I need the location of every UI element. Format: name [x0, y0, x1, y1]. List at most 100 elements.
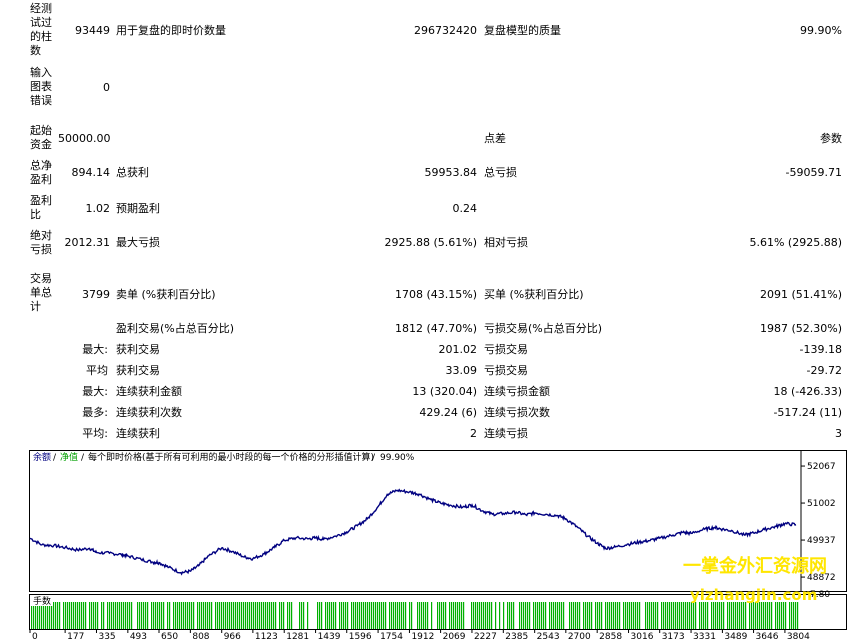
- volume-bar: [423, 602, 425, 629]
- volume-bar: [569, 602, 571, 629]
- x-tick-label: 1439: [318, 632, 341, 640]
- volume-bar: [411, 602, 413, 629]
- volume-bar: [179, 602, 181, 629]
- volume-bar: [693, 602, 695, 629]
- volume-bar: [629, 602, 631, 629]
- volume-bar: [765, 602, 767, 629]
- volume-bar: [681, 602, 683, 629]
- volume-bar: [147, 602, 149, 629]
- volume-bar: [487, 602, 489, 629]
- volume-bar: [333, 602, 335, 629]
- volume-bar: [275, 602, 277, 629]
- volume-bar: [227, 602, 229, 629]
- volume-bar: [535, 602, 537, 629]
- volume-bar: [549, 602, 551, 629]
- volume-bar: [173, 602, 175, 629]
- net-profit-value: 894.14: [71, 166, 111, 179]
- x-tick-label: 3489: [724, 632, 747, 640]
- largest-profit-label: 获利交易: [116, 343, 160, 356]
- balance-chart-svg: 余额 / 净值 / 每个即时价格(基于所有可利用的最小时段的每一个价格的分形插值…: [29, 450, 847, 642]
- volume-bar: [781, 602, 783, 629]
- volume-bar: [207, 602, 209, 629]
- x-tick-label: 1596: [349, 632, 372, 640]
- volume-bar: [55, 602, 57, 629]
- volume-bar: [479, 602, 481, 629]
- volume-bar: [341, 602, 343, 629]
- volume-bar: [425, 602, 427, 629]
- volume-bar: [661, 602, 663, 629]
- volume-bar: [373, 602, 375, 629]
- avg-consec-wins-value: 2: [470, 427, 477, 440]
- volume-bar: [449, 602, 451, 629]
- volume-bar: [657, 602, 659, 629]
- volume-bar: [175, 602, 177, 629]
- volume-bar: [401, 602, 403, 629]
- y-tick-label: 49937: [807, 536, 836, 546]
- legend-equity: 净值: [60, 451, 78, 463]
- errors-value: 0: [103, 81, 110, 94]
- volume-bar: [727, 602, 729, 629]
- volume-bar: [525, 602, 527, 629]
- volume-bar: [523, 602, 525, 629]
- volume-bar: [185, 602, 187, 629]
- volume-bar: [77, 602, 79, 629]
- volume-bar: [351, 602, 353, 629]
- volume-bar: [577, 602, 579, 629]
- volume-bar: [793, 602, 795, 629]
- volume-bar: [143, 602, 145, 629]
- volume-bar: [459, 602, 461, 629]
- volume-bar: [137, 602, 139, 629]
- volume-bar: [711, 602, 713, 629]
- total-trades-value: 3799: [82, 288, 110, 301]
- volume-bar: [489, 602, 491, 629]
- volume-bar: [93, 602, 95, 629]
- volume-bar: [789, 602, 791, 629]
- volume-bar: [339, 602, 341, 629]
- volume-bar: [653, 602, 655, 629]
- volume-bar: [85, 602, 87, 629]
- volume-bar: [287, 602, 289, 629]
- x-tick-label: 2069: [443, 632, 466, 640]
- volume-bar: [615, 602, 617, 629]
- long-positions-value: 2091 (51.41%): [759, 288, 842, 301]
- volume-bar: [749, 602, 751, 629]
- volume-bar: [443, 602, 445, 629]
- volume-bar: [715, 602, 717, 629]
- volume-bar: [533, 602, 535, 629]
- volume-bar: [219, 602, 221, 629]
- volume-bar: [763, 602, 765, 629]
- volume-bar: [367, 602, 369, 629]
- volume-bar: [421, 602, 423, 629]
- spread-value: 参数: [820, 132, 842, 145]
- x-tick-label: 2227: [474, 632, 497, 640]
- volume-bar: [509, 602, 511, 629]
- volume-bar: [453, 602, 455, 629]
- consec-losses-count-value: -517.24 (11): [773, 406, 842, 419]
- volume-bar: [595, 602, 597, 629]
- volume-bar: [153, 602, 155, 629]
- gross-profit-label: 总获利: [116, 166, 149, 179]
- volume-bar: [689, 602, 691, 629]
- volume-bar: [543, 602, 545, 629]
- errors-label: 输入图表错误: [30, 66, 52, 107]
- profit-factor-label: 盈利比: [30, 194, 52, 221]
- volume-bar: [53, 602, 55, 629]
- volume-bar: [51, 602, 53, 629]
- volume-bar: [599, 602, 601, 629]
- volume-bar: [645, 602, 647, 629]
- volume-bar: [281, 602, 283, 629]
- x-tick-label: 1281: [286, 632, 309, 640]
- bars-label: 经测试过的柱数: [30, 2, 52, 57]
- volume-bar: [733, 602, 735, 629]
- volume-bar: [743, 602, 745, 629]
- volume-bar: [723, 602, 725, 629]
- volume-bar: [521, 602, 523, 629]
- total-trades-label: 交易单总计: [30, 272, 52, 313]
- volume-bar: [585, 602, 587, 629]
- volume-bar: [761, 602, 763, 629]
- volume-bar: [503, 602, 505, 629]
- volume-bar: [529, 602, 531, 629]
- volume-bar: [385, 602, 387, 629]
- volume-bar: [75, 602, 77, 629]
- consec-wins-money-value: 13 (320.04): [412, 385, 477, 398]
